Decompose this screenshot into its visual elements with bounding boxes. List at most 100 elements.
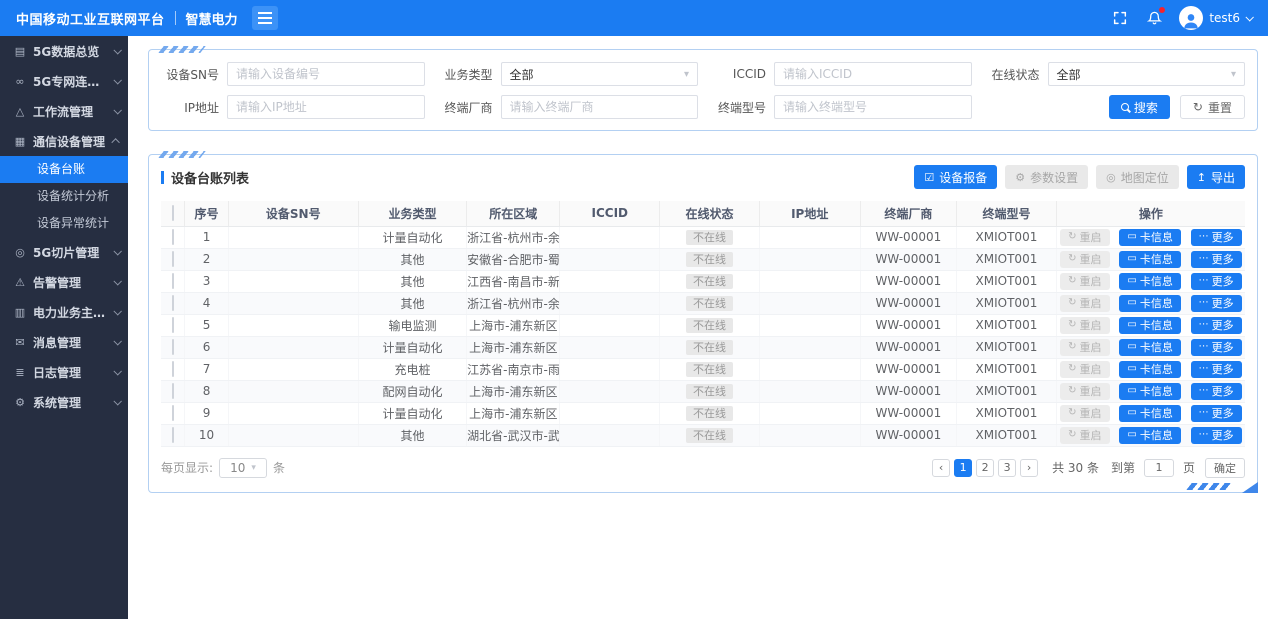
restart-button[interactable]: ↻ 重启 bbox=[1060, 427, 1109, 444]
row-checkbox[interactable] bbox=[172, 383, 174, 399]
restart-button[interactable]: ↻ 重启 bbox=[1060, 229, 1109, 246]
export-button[interactable]: ↥ 导出 bbox=[1187, 165, 1245, 189]
row-checkbox[interactable] bbox=[172, 229, 174, 245]
iccid-input[interactable] bbox=[774, 62, 972, 86]
row-checkbox[interactable] bbox=[172, 427, 174, 443]
sidebar-subitem[interactable]: 设备统计分析 bbox=[0, 183, 128, 210]
row-checkbox[interactable] bbox=[172, 295, 174, 311]
sim-card-icon: ▭ bbox=[1127, 254, 1136, 264]
per-page-select[interactable]: 10 ▾ bbox=[219, 458, 267, 478]
page-button[interactable]: 2 bbox=[976, 459, 994, 477]
card-info-button[interactable]: ▭ 卡信息 bbox=[1119, 339, 1180, 356]
card-info-button[interactable]: ▭ 卡信息 bbox=[1119, 317, 1180, 334]
model-input[interactable] bbox=[774, 95, 972, 119]
sidebar-item[interactable]: ⚙系统管理 bbox=[0, 387, 128, 417]
sim-card-icon: ▭ bbox=[1127, 386, 1136, 396]
goto-page-input[interactable] bbox=[1144, 459, 1174, 477]
status-badge: 不在线 bbox=[686, 252, 733, 267]
map-locate-button[interactable]: ◎ 地图定位 bbox=[1096, 165, 1179, 189]
bell-icon[interactable] bbox=[1145, 9, 1163, 27]
row-checkbox[interactable] bbox=[172, 273, 174, 289]
restart-button[interactable]: ↻ 重启 bbox=[1060, 405, 1109, 422]
more-button[interactable]: ⋯ 更多 bbox=[1191, 317, 1242, 334]
row-checkbox[interactable] bbox=[172, 361, 174, 377]
hamburger-menu-icon[interactable] bbox=[252, 6, 278, 30]
business-type-select[interactable]: 全部▾ bbox=[501, 62, 699, 86]
chevron-down-icon bbox=[113, 106, 121, 114]
cell-index: 3 bbox=[185, 270, 228, 292]
card-info-button[interactable]: ▭ 卡信息 bbox=[1119, 295, 1180, 312]
more-button[interactable]: ⋯ 更多 bbox=[1191, 383, 1242, 400]
sidebar-subitem[interactable]: 设备台账 bbox=[0, 156, 128, 183]
page-button[interactable]: 1 bbox=[954, 459, 972, 477]
row-checkbox[interactable] bbox=[172, 251, 174, 267]
restart-button[interactable]: ↻ 重启 bbox=[1060, 295, 1109, 312]
row-checkbox[interactable] bbox=[172, 405, 174, 421]
device-list-panel: 设备台账列表 ☑ 设备报备 ⚙ 参数设置 ◎ 地图定位 ↥ bbox=[148, 154, 1258, 493]
user-menu[interactable]: test6 bbox=[1179, 6, 1252, 30]
next-page-button[interactable]: › bbox=[1020, 459, 1038, 477]
slice-icon: ◎ bbox=[13, 246, 27, 259]
sidebar-item-label: 电力业务主站管理 bbox=[33, 304, 110, 321]
reset-button[interactable]: ↻ 重置 bbox=[1180, 95, 1245, 119]
more-button[interactable]: ⋯ 更多 bbox=[1191, 251, 1242, 268]
cell-region: 浙江省-杭州市-余杭区 bbox=[467, 226, 560, 248]
sidebar-item[interactable]: △工作流管理 bbox=[0, 96, 128, 126]
cell-business-type: 配网自动化 bbox=[358, 380, 466, 402]
more-button[interactable]: ⋯ 更多 bbox=[1191, 427, 1242, 444]
confirm-page-button[interactable]: 确定 bbox=[1205, 458, 1245, 478]
sidebar-item[interactable]: ▤5G数据总览 bbox=[0, 36, 128, 66]
sidebar-item[interactable]: ▥电力业务主站管理 bbox=[0, 297, 128, 327]
more-button[interactable]: ⋯ 更多 bbox=[1191, 405, 1242, 422]
device-sn-input[interactable] bbox=[227, 62, 425, 86]
row-checkbox[interactable] bbox=[172, 317, 174, 333]
card-info-button[interactable]: ▭ 卡信息 bbox=[1119, 383, 1180, 400]
device-sn-label: 设备SN号 bbox=[161, 66, 219, 83]
more-button[interactable]: ⋯ 更多 bbox=[1191, 361, 1242, 378]
sidebar-subitem[interactable]: 设备异常统计 bbox=[0, 210, 128, 237]
prev-page-button[interactable]: ‹ bbox=[932, 459, 950, 477]
restart-button[interactable]: ↻ 重启 bbox=[1060, 317, 1109, 334]
card-info-button[interactable]: ▭ 卡信息 bbox=[1119, 405, 1180, 422]
status-badge: 不在线 bbox=[686, 362, 733, 377]
search-button[interactable]: 搜索 bbox=[1109, 95, 1170, 119]
sim-card-icon: ▭ bbox=[1127, 364, 1136, 374]
sidebar-item[interactable]: ✉消息管理 bbox=[0, 327, 128, 357]
ip-input[interactable] bbox=[227, 95, 425, 119]
card-info-button[interactable]: ▭ 卡信息 bbox=[1119, 273, 1180, 290]
restart-button[interactable]: ↻ 重启 bbox=[1060, 383, 1109, 400]
restart-button[interactable]: ↻ 重启 bbox=[1060, 251, 1109, 268]
sidebar-item[interactable]: ▦通信设备管理 bbox=[0, 126, 128, 156]
online-status-select[interactable]: 全部▾ bbox=[1048, 62, 1246, 86]
more-button[interactable]: ⋯ 更多 bbox=[1191, 295, 1242, 312]
restart-button[interactable]: ↻ 重启 bbox=[1060, 273, 1109, 290]
sim-card-icon: ▭ bbox=[1127, 408, 1136, 418]
sidebar-item[interactable]: ⚠告警管理 bbox=[0, 267, 128, 297]
table-row: 6 计量自动化 上海市-浦东新区 不在线 WW-00001 XMIOT001 ↻… bbox=[161, 336, 1245, 358]
select-all-checkbox[interactable] bbox=[172, 205, 174, 221]
card-info-button[interactable]: ▭ 卡信息 bbox=[1119, 251, 1180, 268]
restart-button[interactable]: ↻ 重启 bbox=[1060, 361, 1109, 378]
card-info-button[interactable]: ▭ 卡信息 bbox=[1119, 361, 1180, 378]
fullscreen-icon[interactable] bbox=[1111, 9, 1129, 27]
page-button[interactable]: 3 bbox=[998, 459, 1016, 477]
device-report-button[interactable]: ☑ 设备报备 bbox=[914, 165, 997, 189]
select-arrow-icon: ▾ bbox=[251, 463, 256, 473]
vendor-input[interactable] bbox=[501, 95, 699, 119]
online-status-label: 在线状态 bbox=[982, 66, 1040, 83]
filter-panel: 设备SN号 业务类型 全部▾ ICCID 在线状态 全部▾ bbox=[148, 49, 1258, 131]
sidebar-item[interactable]: ∞5G专网连接管理 bbox=[0, 66, 128, 96]
cell-business-type: 计量自动化 bbox=[358, 226, 466, 248]
sidebar-item[interactable]: ≣日志管理 bbox=[0, 357, 128, 387]
more-button[interactable]: ⋯ 更多 bbox=[1191, 273, 1242, 290]
more-button[interactable]: ⋯ 更多 bbox=[1191, 229, 1242, 246]
more-button[interactable]: ⋯ 更多 bbox=[1191, 339, 1242, 356]
card-info-button[interactable]: ▭ 卡信息 bbox=[1119, 427, 1180, 444]
sidebar-item[interactable]: ◎5G切片管理 bbox=[0, 237, 128, 267]
row-checkbox[interactable] bbox=[172, 339, 174, 355]
card-info-button[interactable]: ▭ 卡信息 bbox=[1119, 229, 1180, 246]
cell-index: 7 bbox=[185, 358, 228, 380]
restart-button[interactable]: ↻ 重启 bbox=[1060, 339, 1109, 356]
param-settings-button[interactable]: ⚙ 参数设置 bbox=[1005, 165, 1088, 189]
col-sn: 设备SN号 bbox=[228, 201, 358, 226]
